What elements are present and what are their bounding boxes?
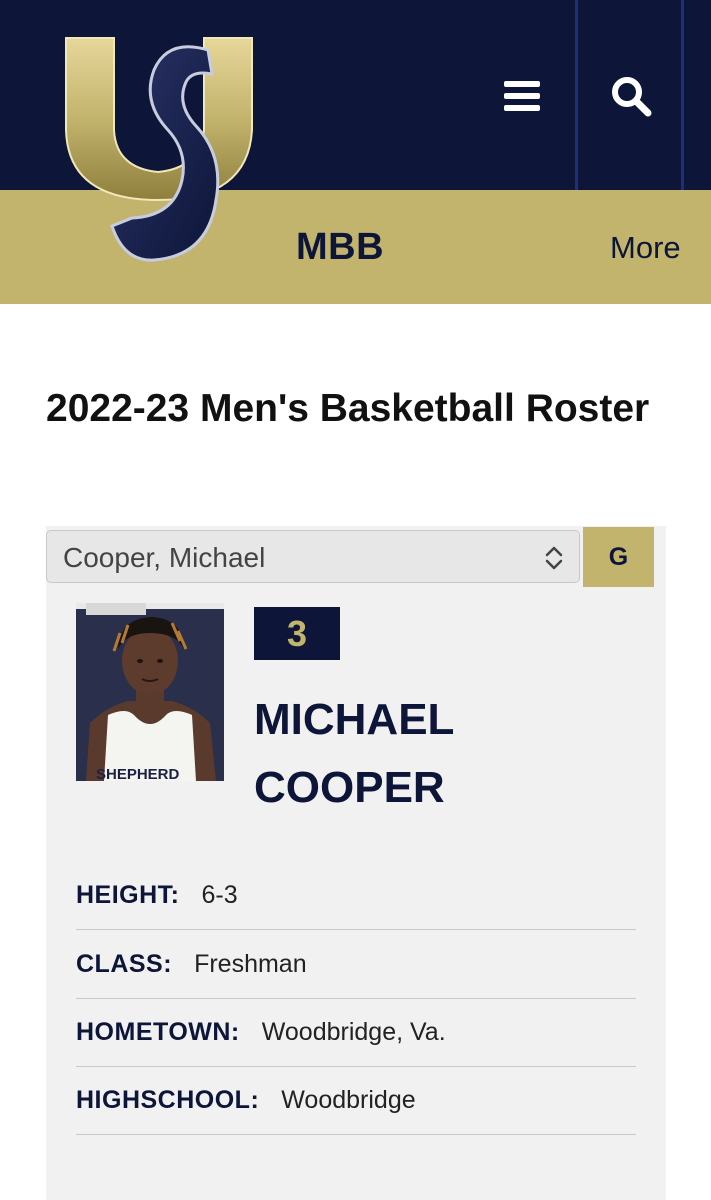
player-name: MICHAEL COOPER [254, 686, 654, 822]
university-logo-icon[interactable] [58, 30, 268, 270]
stat-value: Woodbridge [281, 1086, 416, 1114]
jersey-number-badge: 3 [254, 607, 340, 660]
header-divider [575, 0, 578, 190]
sport-label[interactable]: MBB [296, 226, 384, 269]
stat-value: 6-3 [201, 881, 238, 909]
stat-label: HOMETOWN: [76, 1018, 240, 1046]
header-divider [681, 0, 684, 190]
stat-row-class: CLASS: Freshman [76, 931, 636, 999]
stat-row-highschool: HIGHSCHOOL: Woodbridge [76, 1067, 636, 1135]
player-headshot-photo: SHEPHERD [76, 603, 224, 781]
position-tab[interactable]: G [583, 527, 654, 587]
hamburger-menu-icon [504, 81, 540, 111]
stat-label: CLASS: [76, 950, 173, 978]
player-first-name: MICHAEL [254, 695, 455, 744]
stat-value: Freshman [194, 950, 307, 978]
search-button[interactable] [598, 62, 664, 130]
search-icon [612, 77, 652, 117]
svg-text:SHEPHERD: SHEPHERD [96, 766, 180, 781]
stat-label: HEIGHT: [76, 881, 180, 909]
stat-row-height: HEIGHT: 6-3 [76, 862, 636, 930]
player-last-name: COOPER [254, 763, 445, 812]
more-menu-link[interactable]: More [610, 230, 681, 266]
player-select-dropdown[interactable]: Cooper, Michael [46, 530, 580, 583]
stat-row-hometown: HOMETOWN: Woodbridge, Va. [76, 999, 636, 1067]
select-chevron-icon [545, 546, 563, 570]
page-title: 2022-23 Men's Basketball Roster [46, 387, 650, 430]
player-select-value: Cooper, Michael [63, 542, 266, 573]
hamburger-menu-button[interactable] [494, 62, 550, 130]
stat-value: Woodbridge, Va. [261, 1018, 446, 1046]
stat-label: HIGHSCHOOL: [76, 1086, 260, 1114]
